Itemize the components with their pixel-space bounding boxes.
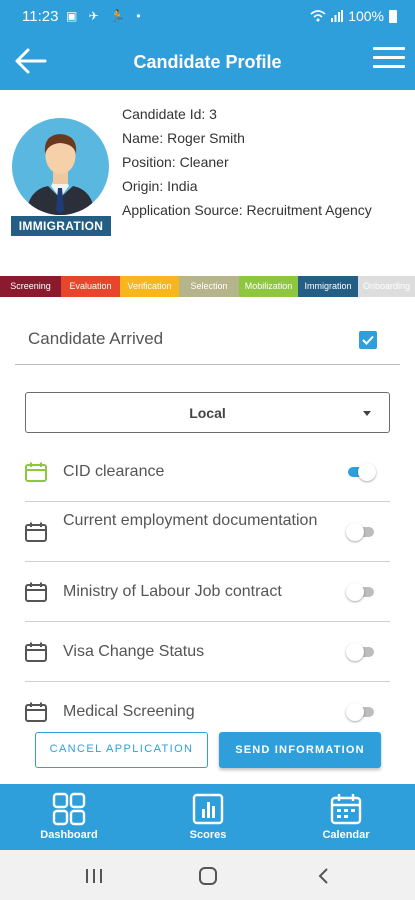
bottom-navigation: Dashboard Scores Calendar: [0, 784, 415, 850]
home-icon: [199, 867, 217, 885]
calendar-icon: [25, 462, 47, 482]
candidate-origin: Origin: India: [122, 178, 198, 194]
recent-apps-button[interactable]: [82, 865, 106, 887]
caret-down-icon: [363, 411, 371, 416]
location-type-select[interactable]: Local: [25, 392, 390, 433]
avatar: [12, 118, 109, 215]
candidate-position: Position: Cleaner: [122, 154, 229, 170]
chevron-left-icon: [318, 868, 328, 884]
divider: [25, 561, 390, 562]
checklist-row: Ministry of Labour Job contract: [0, 580, 415, 604]
divider: [15, 364, 400, 365]
nav-label: Dashboard: [40, 829, 98, 841]
status-badge: IMMIGRATION: [11, 216, 111, 236]
system-back-button[interactable]: [312, 865, 336, 887]
candidate-name: Name: Roger Smith: [122, 130, 245, 146]
checklist-toggle[interactable]: [346, 462, 376, 482]
checklist-toggle[interactable]: [346, 522, 376, 542]
checklist-row: Current employment documentation: [0, 509, 415, 555]
checklist-toggle[interactable]: [346, 582, 376, 602]
grid-icon: [52, 792, 86, 826]
menu-button[interactable]: [373, 47, 405, 75]
calendar-icon: [25, 582, 47, 602]
divider: [25, 501, 390, 502]
checklist-row: Visa Change Status: [0, 640, 415, 664]
pipeline-stage: Selection: [179, 276, 239, 297]
pipeline-stage: Verification: [120, 276, 179, 297]
calendar-icon: [330, 794, 362, 825]
send-information-button[interactable]: SEND INFORMATION: [219, 732, 381, 768]
home-button[interactable]: [196, 865, 220, 887]
status-time: 11:23: [22, 8, 59, 25]
checkmark-icon: [362, 335, 374, 345]
checklist-label: Visa Change Status: [63, 643, 205, 660]
calendar-icon: [25, 702, 47, 722]
battery-percent: 100%: [348, 8, 384, 24]
notification-icons: ▣ ✈ 🏃 •: [66, 9, 145, 23]
cancel-application-button[interactable]: CANCEL APPLICATION: [35, 732, 208, 768]
checklist-label: Current employment documentation: [63, 512, 318, 529]
select-value: Local: [189, 405, 226, 421]
system-navigation-bar: [0, 850, 415, 900]
pipeline-stage: Evaluation: [61, 276, 120, 297]
pipeline-stage: Mobilization: [239, 276, 298, 297]
checklist-row: Medical Screening: [0, 700, 415, 724]
person-icon: [26, 134, 95, 215]
pipeline-stage: Immigration: [298, 276, 358, 297]
pipeline-stage: Screening: [0, 276, 61, 297]
battery-icon: [389, 9, 397, 23]
hamburger-menu-icon: [373, 47, 405, 50]
status-right: 100%: [310, 8, 397, 24]
wifi-icon: [310, 10, 326, 22]
nav-label: Calendar: [322, 829, 370, 841]
candidate-details: Candidate Id: 3 Name: Roger Smith Positi…: [122, 104, 372, 224]
recent-apps-icon: [86, 869, 102, 883]
page-title: Candidate Profile: [133, 52, 282, 72]
bar-chart-icon: [192, 793, 224, 825]
signal-icon: [331, 10, 344, 22]
checklist-label: Ministry of Labour Job contract: [63, 583, 282, 600]
candidate-arrived-label: Candidate Arrived: [28, 329, 164, 348]
candidate-arrived-checkbox[interactable]: [359, 331, 377, 349]
candidate-id: Candidate Id: 3: [122, 106, 217, 122]
calendar-icon: [25, 522, 47, 542]
nav-scores[interactable]: Scores: [158, 784, 258, 850]
divider: [25, 621, 390, 622]
divider: [25, 681, 390, 682]
pipeline-stages: Screening Evaluation Verification Selection…: [0, 276, 415, 297]
calendar-icon: [25, 642, 47, 662]
checklist-toggle[interactable]: [346, 642, 376, 662]
checklist-row: CID clearance: [0, 460, 415, 484]
nav-dashboard[interactable]: Dashboard: [19, 784, 119, 850]
app-header: Candidate Profile: [0, 34, 415, 90]
screen: 11:23 ▣ ✈ 🏃 • 100% Candidate Profile IMM…: [0, 0, 415, 900]
checklist-label: CID clearance: [63, 463, 165, 480]
nav-calendar[interactable]: Calendar: [296, 784, 396, 850]
nav-label: Scores: [189, 829, 227, 841]
pipeline-stage: Onboarding: [358, 276, 415, 297]
status-bar: 11:23 ▣ ✈ 🏃 • 100%: [0, 0, 415, 34]
candidate-application-source: Application Source: Recruitment Agency: [122, 202, 372, 218]
checklist-label: Medical Screening: [63, 703, 195, 720]
checklist-toggle[interactable]: [346, 702, 376, 722]
